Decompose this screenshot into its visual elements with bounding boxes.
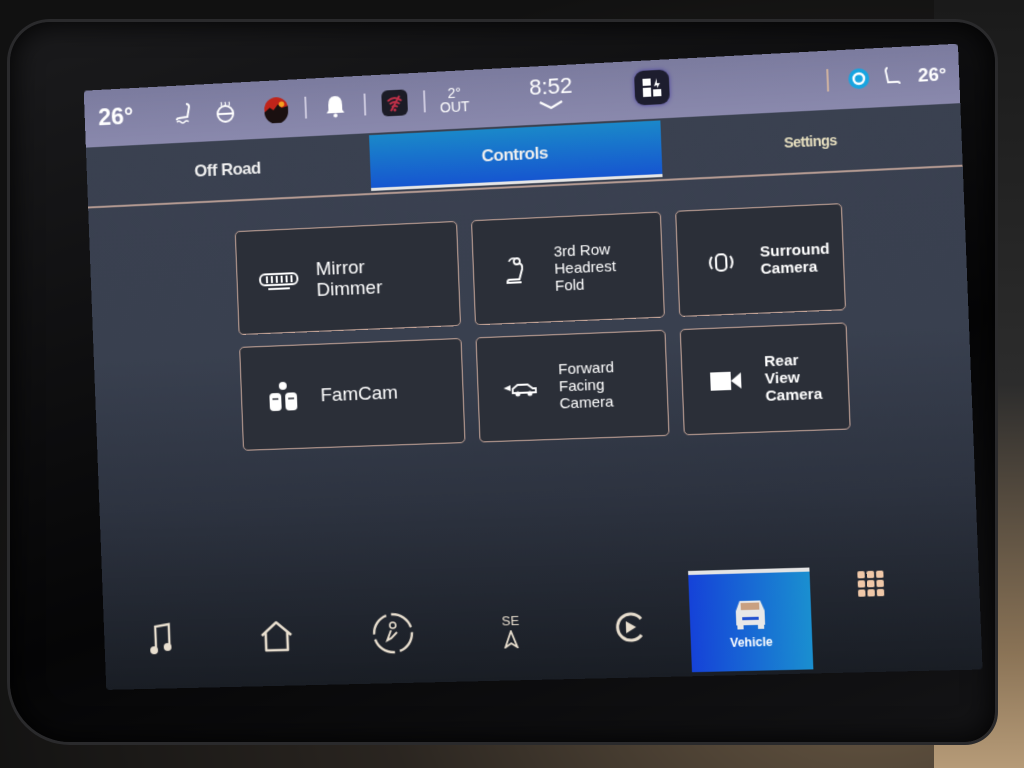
compass-heading: SE	[501, 612, 520, 629]
dock-apps[interactable]	[809, 564, 936, 673]
music-note-icon	[150, 622, 174, 656]
divider	[423, 90, 427, 113]
app-grid-icon	[857, 570, 885, 597]
dock-media[interactable]	[103, 588, 221, 690]
vehicle-label: Vehicle	[729, 634, 773, 650]
status-right: 26°	[809, 44, 948, 110]
divider	[363, 93, 367, 116]
dock-home[interactable]	[217, 585, 337, 687]
infotainment-screen: 26° 2° OUT 8:52 26° Off Road Controls Se…	[83, 43, 983, 690]
apps-launcher-icon[interactable]	[633, 69, 670, 106]
surround-camera-icon	[696, 247, 746, 278]
famcam-button[interactable]: FamCam	[239, 337, 466, 451]
driver-temperature[interactable]: 26°	[98, 103, 134, 132]
controls-grid: Mirror Dimmer 3rd Row Headrest Fold Surr…	[234, 203, 851, 451]
tile-label: 3rd Row Headrest Fold	[553, 241, 617, 295]
heated-seat-icon[interactable]	[172, 100, 198, 127]
tile-label: Rear View Camera	[763, 351, 823, 405]
mirror-dimmer-icon	[255, 269, 303, 293]
outside-temperature: 2° OUT	[439, 84, 470, 116]
mirror-dimmer-button[interactable]: Mirror Dimmer	[234, 220, 462, 336]
forward-camera-icon	[496, 378, 545, 398]
tile-label: Forward Facing Camera	[557, 359, 615, 413]
climate-icon	[370, 611, 415, 656]
passenger-seat-icon[interactable]	[878, 63, 906, 91]
bottom-dock: SE Vehicle	[102, 544, 983, 690]
bell-icon[interactable]	[322, 92, 349, 119]
dock-climate[interactable]	[333, 582, 454, 685]
heated-steering-icon[interactable]	[212, 98, 238, 125]
famcam-icon	[259, 380, 307, 415]
play-circle-icon	[612, 610, 648, 645]
headrest-fold-button[interactable]: 3rd Row Headrest Fold	[470, 211, 665, 326]
home-icon	[257, 619, 296, 654]
forward-camera-button[interactable]: Forward Facing Camera	[475, 329, 670, 443]
media-thumbnail-icon[interactable]	[263, 96, 289, 124]
alexa-icon[interactable]	[845, 65, 873, 93]
clock-time: 8:52	[528, 72, 573, 100]
rear-camera-button[interactable]: Rear View Camera	[679, 322, 851, 436]
divider	[304, 96, 308, 119]
wifi-off-icon[interactable]	[381, 89, 409, 117]
outside-label: OUT	[439, 98, 470, 116]
dock-navigation[interactable]: SE	[450, 578, 572, 681]
divider	[825, 69, 829, 92]
dock-projection[interactable]	[568, 575, 692, 679]
passenger-temperature[interactable]: 26°	[918, 63, 947, 86]
tile-label: Surround Camera	[759, 239, 830, 278]
chevron-down-icon[interactable]	[538, 99, 565, 110]
headrest-fold-icon	[491, 254, 540, 288]
tile-label: FamCam	[320, 382, 399, 407]
dock-vehicle[interactable]: Vehicle	[688, 567, 814, 673]
vehicle-icon	[735, 600, 766, 630]
nav-arrow-icon	[503, 630, 520, 648]
clock[interactable]: 8:52	[529, 73, 574, 111]
surround-camera-button[interactable]: Surround Camera	[675, 203, 847, 317]
tile-label: Mirror Dimmer	[315, 256, 383, 301]
rear-camera-icon	[701, 368, 751, 392]
